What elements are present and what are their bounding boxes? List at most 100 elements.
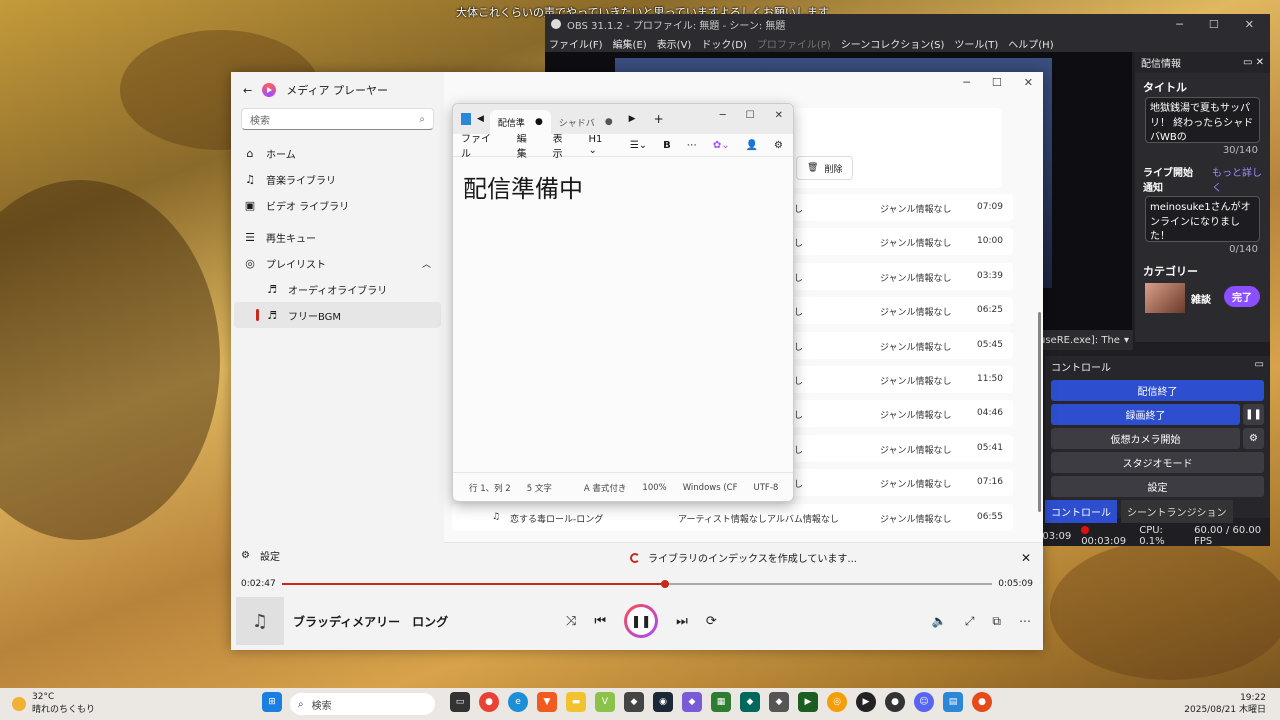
close-icon[interactable]: ✕ — [1256, 57, 1264, 68]
obs-menu-help[interactable]: ヘルプ(H) — [1008, 36, 1053, 51]
file-explorer-icon[interactable]: ▬ — [566, 692, 586, 712]
app-icon[interactable]: ◆ — [740, 692, 760, 712]
notepad-editor[interactable]: 配信準備中 — [453, 156, 793, 472]
menu-view[interactable]: 表示 — [553, 130, 573, 160]
obs-menu-scene-collection[interactable]: シーンコレクション(S) — [841, 36, 945, 51]
volume-icon[interactable]: 🔈 — [932, 614, 947, 629]
tab-scene-transitions[interactable]: シーントランジション — [1121, 500, 1233, 523]
menu-edit[interactable]: 編集 — [517, 130, 537, 160]
obs-menu-tools[interactable]: ツール(T) — [954, 36, 998, 51]
next-icon[interactable]: ⏭ — [676, 614, 688, 629]
menu-file[interactable]: ファイル — [461, 130, 501, 160]
tab-haishin[interactable]: 配信準 ● — [489, 110, 551, 134]
gear-icon[interactable]: ⚙ — [774, 140, 783, 151]
obs-menu-profile[interactable]: プロファイル(P) — [757, 36, 831, 51]
maximize-icon[interactable]: ☐ — [1209, 18, 1219, 31]
mini-player-icon[interactable]: ⧉ — [992, 614, 1001, 629]
pause-icon[interactable]: ❚❚ — [1243, 404, 1264, 425]
tab-scroll-left-icon[interactable]: ◀ — [477, 114, 484, 124]
chrome-icon[interactable]: ● — [479, 692, 499, 712]
scrollbar[interactable] — [1038, 312, 1041, 512]
minimize-icon[interactable]: ─ — [720, 110, 726, 121]
edge-icon[interactable]: e — [508, 692, 528, 712]
clock[interactable]: 19:22 2025/08/21 木曜日 — [1184, 693, 1266, 716]
sidebar-item-video[interactable]: ▣ ビデオ ライブラリ — [234, 192, 441, 218]
settings-button[interactable]: 設定 — [1051, 476, 1264, 497]
notify-field[interactable]: meinosuke1さんがオンラインになりました！ — [1145, 196, 1260, 242]
sidebar-item-audio-library[interactable]: ♬ オーディオライブラリ — [234, 276, 441, 302]
shuffle-icon[interactable]: ⤨ — [566, 614, 576, 629]
stop-stream-button[interactable]: 配信終了 — [1051, 380, 1264, 401]
app-icon[interactable]: ◎ — [827, 692, 847, 712]
sidebar-item-home[interactable]: ⌂ ホーム — [234, 140, 441, 166]
title-field[interactable]: 地獄銭湯で夏もサッパリ！ 終わったらシャドバWBの — [1145, 97, 1260, 143]
search-input[interactable]: 検索 ⌕ — [241, 108, 434, 130]
settings-item[interactable]: ⚙ 設定 — [241, 548, 280, 563]
bold-button[interactable]: B — [663, 140, 671, 151]
media-player-taskbar-icon[interactable]: ▶ — [856, 692, 876, 712]
gear-icon[interactable]: ⚙ — [1243, 428, 1264, 449]
maximize-icon[interactable]: ☐ — [746, 110, 755, 121]
close-icon[interactable]: ✕ — [1024, 76, 1033, 89]
obs-taskbar-icon[interactable]: ● — [885, 692, 905, 712]
fullscreen-icon[interactable]: ⤢ — [965, 614, 975, 629]
obs-menu-view[interactable]: 表示(V) — [657, 36, 692, 51]
obs-menu-dock[interactable]: ドック(D) — [701, 36, 747, 51]
close-icon[interactable]: ✕ — [1021, 551, 1031, 565]
list-icon[interactable]: ☰⌄ — [630, 140, 647, 151]
sidebar-item-playlist[interactable]: ◎ プレイリスト ︿ — [234, 250, 441, 276]
tab-controls[interactable]: コントロール — [1045, 500, 1117, 523]
back-arrow-icon[interactable]: ← — [243, 84, 252, 97]
app-icon[interactable]: ▶ — [798, 692, 818, 712]
minimize-icon[interactable]: ─ — [963, 76, 970, 89]
notepad-taskbar-icon[interactable]: ▤ — [943, 692, 963, 712]
maximize-icon[interactable]: ☐ — [992, 76, 1002, 89]
tab-shadoba[interactable]: シャドバ ● — [551, 110, 621, 134]
app-icon[interactable]: ◆ — [769, 692, 789, 712]
undock-icon[interactable]: ▭ — [1243, 57, 1252, 68]
previous-icon[interactable]: ⏮ — [594, 614, 606, 629]
done-button[interactable]: 完了 — [1224, 286, 1260, 307]
repeat-icon[interactable]: ⟳ — [706, 614, 717, 629]
seek-track[interactable] — [282, 580, 992, 588]
obs-menu-edit[interactable]: 編集(E) — [613, 36, 647, 51]
pause-button[interactable]: ❚❚ — [624, 604, 658, 638]
steam-icon[interactable]: ◉ — [653, 692, 673, 712]
vim-icon[interactable]: V — [595, 692, 615, 712]
more-info-link[interactable]: もっと詳しく — [1212, 164, 1262, 194]
app-icon[interactable]: ◆ — [624, 692, 644, 712]
app-icon[interactable]: ◆ — [682, 692, 702, 712]
source-selector[interactable]: useRE.exe]: The ▾ — [1035, 330, 1133, 350]
studio-mode-button[interactable]: スタジオモード — [1051, 452, 1264, 473]
sidebar-item-queue[interactable]: ☰ 再生キュー — [234, 224, 441, 250]
account-icon[interactable]: 👤 — [746, 140, 758, 151]
weather-widget[interactable]: 32°C 晴れのちくもり — [12, 692, 95, 715]
close-icon[interactable]: ✕ — [1245, 18, 1254, 31]
obs-menu-file[interactable]: ファイル(F) — [549, 36, 603, 51]
tab-scroll-right-icon[interactable]: ▶ — [629, 114, 636, 124]
copilot-icon[interactable]: ✿⌄ — [713, 140, 730, 151]
discord-icon[interactable]: ☺ — [914, 692, 934, 712]
task-view-icon[interactable]: ▭ — [450, 692, 470, 712]
seek-handle[interactable] — [661, 580, 670, 588]
sidebar-item-free-bgm[interactable]: ♬ フリーBGM — [234, 302, 441, 328]
stop-recording-button[interactable]: 録画終了 — [1051, 404, 1240, 425]
brave-icon[interactable]: ▼ — [537, 692, 557, 712]
taskbar-search[interactable]: ⌕ 検索 — [290, 693, 435, 715]
undock-icon[interactable]: ▭ — [1255, 359, 1264, 374]
sidebar-item-music[interactable]: ♫ 音楽ライブラリ — [234, 166, 441, 192]
delete-button[interactable]: 🗑 削除 — [796, 156, 854, 180]
more-icon[interactable]: ⋯ — [687, 140, 697, 151]
app-icon[interactable]: ● — [972, 692, 992, 712]
heading-select[interactable]: H1 ⌄ — [589, 134, 614, 156]
close-icon[interactable]: ✕ — [775, 110, 783, 121]
minimize-icon[interactable]: ─ — [1176, 18, 1183, 31]
table-row[interactable]: 恋する毒ロール-ロング アーティスト情報なし アルバム情報なし ジャンル情報なし 06:… — [452, 503, 1013, 531]
start-icon[interactable]: ⊞ — [262, 692, 282, 712]
app-icon[interactable]: ▦ — [711, 692, 731, 712]
start-virtual-camera-button[interactable]: 仮想カメラ開始 — [1051, 428, 1240, 449]
new-tab-icon[interactable]: + — [654, 112, 664, 126]
chevron-up-icon[interactable]: ︿ — [422, 257, 431, 270]
format-status[interactable]: A 書式付き — [584, 482, 627, 494]
more-icon[interactable]: ⋯ — [1019, 614, 1031, 629]
